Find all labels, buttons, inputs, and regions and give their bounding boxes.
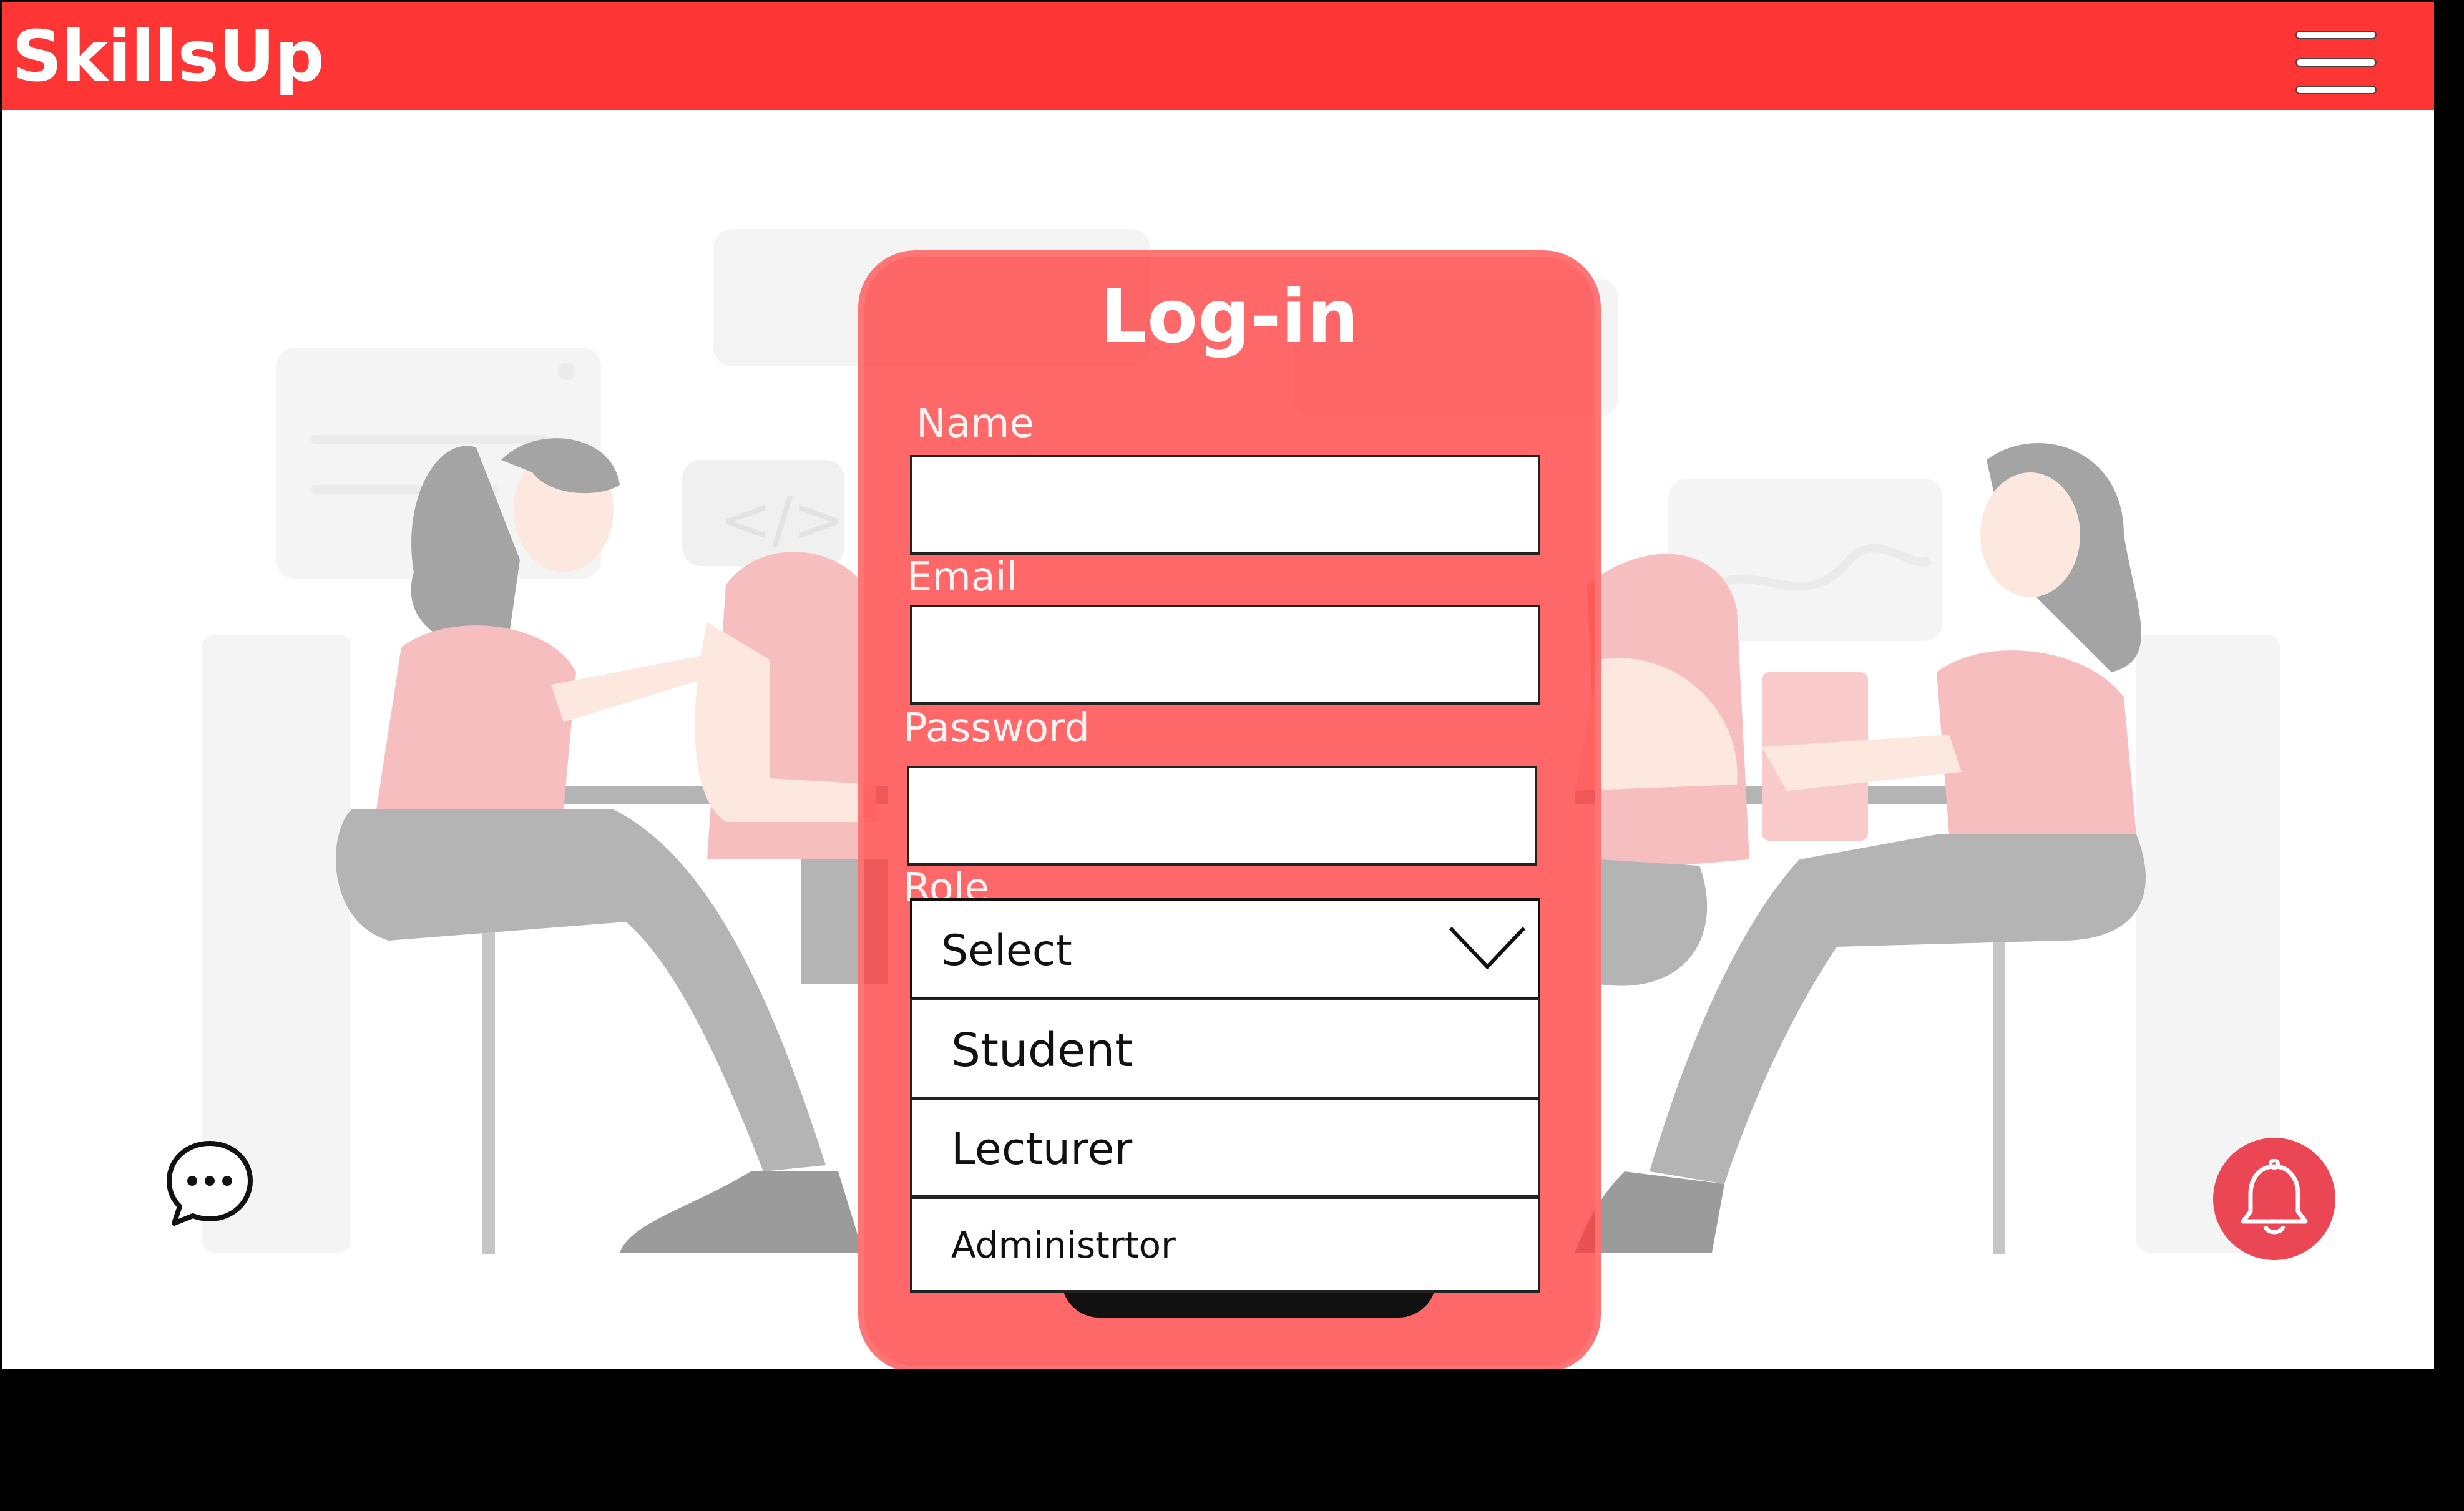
- role-select[interactable]: Select: [910, 898, 1540, 999]
- email-label: Email: [907, 554, 1018, 600]
- bell-icon: [2241, 1159, 2308, 1235]
- role-option-label: Student: [951, 1024, 1133, 1077]
- role-option-label: Administrtor: [951, 1224, 1176, 1266]
- svg-text:</>: </>: [720, 483, 845, 556]
- notification-button[interactable]: [2213, 1138, 2335, 1260]
- role-select-value: Select: [941, 926, 1072, 976]
- name-input[interactable]: [910, 455, 1540, 555]
- top-navbar: SkillsUp: [2, 2, 2434, 110]
- login-form-card: Log-in Name Email Password Role Select S…: [858, 250, 1601, 1369]
- hamburger-menu-icon[interactable]: [2295, 31, 2377, 95]
- role-option-student[interactable]: Student: [910, 998, 1540, 1099]
- chat-bubble-icon[interactable]: [163, 1136, 257, 1230]
- name-label: Name: [916, 401, 1034, 447]
- role-option-administrator[interactable]: Administrtor: [910, 1196, 1540, 1293]
- role-option-lecturer[interactable]: Lecturer: [910, 1098, 1540, 1198]
- background-scene: </> Log-in Name Email Password Role Sele…: [2, 110, 2434, 1369]
- brand-logo[interactable]: SkillsUp: [12, 19, 325, 94]
- password-label: Password: [903, 705, 1090, 751]
- role-option-label: Lecturer: [951, 1123, 1133, 1175]
- login-title: Log-in: [1100, 273, 1359, 359]
- app-screen: SkillsUp </> Log-in Name Email Password …: [2, 2, 2434, 1369]
- chevron-down-icon: [1449, 926, 1526, 970]
- email-input[interactable]: [910, 605, 1540, 705]
- password-input[interactable]: [907, 766, 1537, 866]
